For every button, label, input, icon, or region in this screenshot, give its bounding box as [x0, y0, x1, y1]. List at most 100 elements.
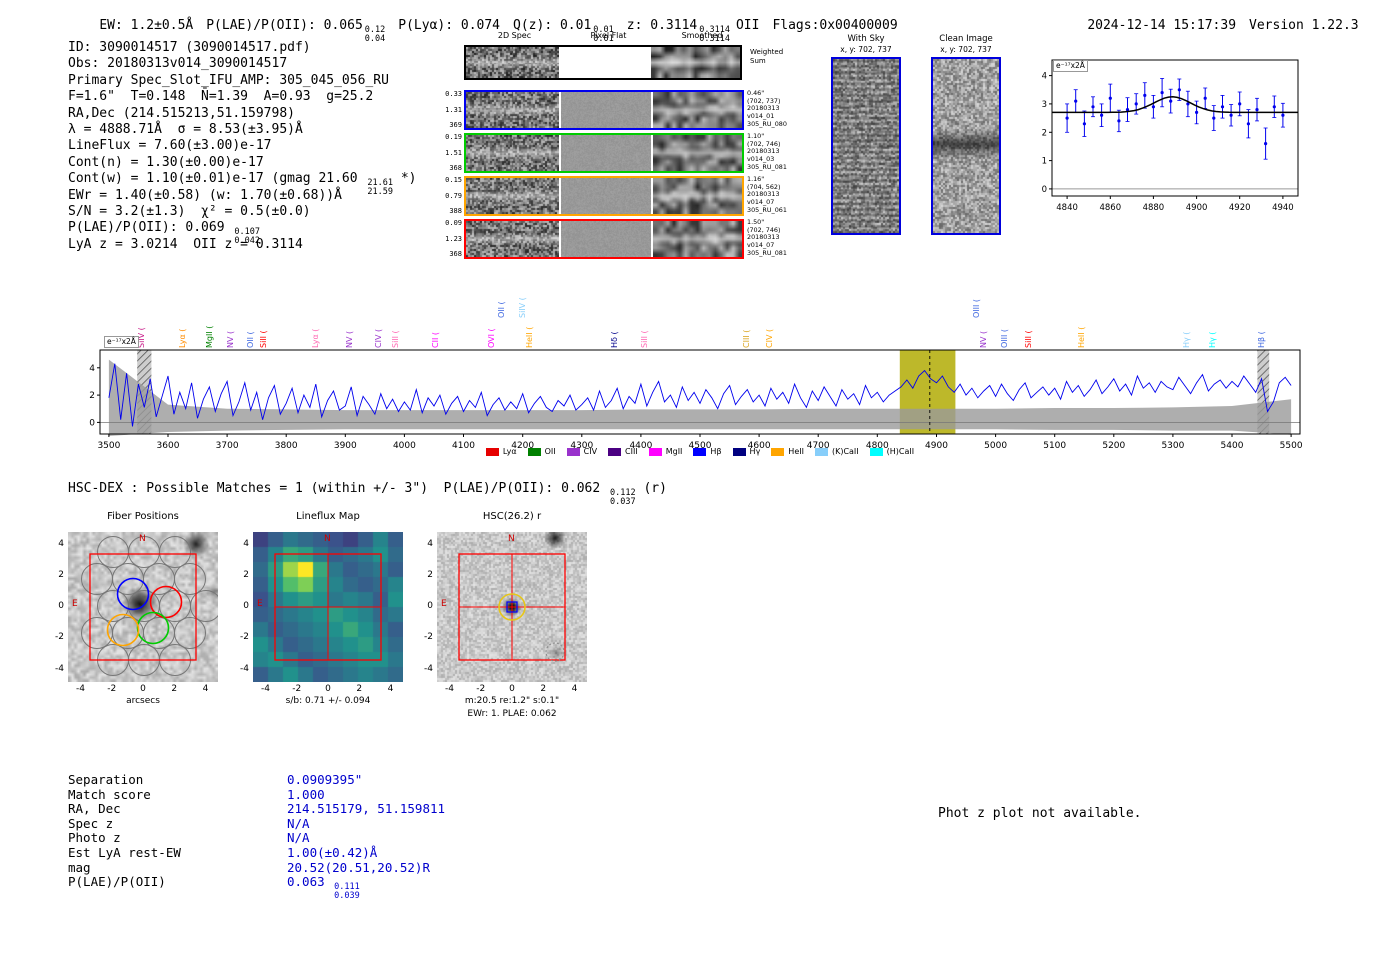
fiber-positions-overlay — [68, 532, 218, 682]
fiber-2d-image — [466, 221, 559, 257]
fiber-pixelflat-image — [561, 135, 651, 171]
fiber-pixelflat-image — [561, 178, 651, 214]
info-line-redshifts: LyA z = 3.0214 OII z = 0.3114 — [68, 237, 417, 253]
fiber-weights: 0.150.79388 — [443, 176, 464, 216]
weighted-sum-line1: Weighted — [750, 48, 783, 57]
info-line-ewr: EWr = 1.40(±0.58) (w: 1.70(±0.68))Å — [68, 188, 417, 204]
fiber-east-label: E — [72, 599, 78, 609]
spec2d-row: 0.191.513681.10"(702, 746)20180313v014_0… — [443, 133, 787, 173]
emission-line-label: HeII ( — [526, 327, 534, 348]
info-line: F=1.6" T=0.148 N̄=1.39 A=0.93 g=25.2 — [68, 89, 417, 105]
legend-swatch — [528, 448, 541, 456]
hsc-xtick: -4 — [438, 684, 462, 694]
fiber-smoothed-image — [653, 221, 742, 257]
fiber-info-line: 305_RU_080 — [747, 121, 787, 129]
fiber-ytick: 0 — [40, 601, 64, 611]
legend-swatch — [870, 448, 883, 456]
legend-label: (K)CaII — [832, 447, 859, 456]
svg-text:4: 4 — [1042, 72, 1047, 82]
match-row-label: RA, Dec — [68, 801, 121, 816]
hsc-dex-text: HSC-DEX : Possible Matches = 1 (within +… — [68, 481, 608, 496]
emission-line-label: SiIV ( — [519, 297, 527, 318]
text-segment: *) — [393, 171, 416, 186]
legend-item: (H)CaII — [870, 447, 914, 456]
emission-line-label: SiIV ( — [138, 327, 146, 348]
hsc-ytick: 4 — [409, 539, 433, 549]
svg-text:1: 1 — [1042, 157, 1047, 167]
fiber-xtick: 0 — [131, 684, 155, 694]
weight-value: 1.31 — [443, 107, 462, 114]
fiber-smoothed-image — [653, 178, 742, 214]
fiber-info-line: 305_RU_081 — [747, 250, 787, 258]
match-row-label: Photo z — [68, 830, 121, 845]
weight-value: 0.33 — [443, 91, 462, 98]
info-line: Cont(n) = 1.30(±0.00)e-17 — [68, 155, 417, 171]
fiber-info: 1.16"(704, 562)20180313v014_07305_RU_061 — [744, 176, 787, 216]
lineflux-north-label: N — [324, 534, 331, 544]
fiber-pixelflat-image — [561, 221, 651, 257]
value-text: 0.063 — [287, 874, 332, 889]
hsc-cutout-title: HSC(26.2) r — [437, 511, 587, 522]
legend-item: CIII — [608, 447, 638, 456]
match-row-label: Est LyA rest-EW — [68, 845, 181, 860]
match-row-label: Separation — [68, 772, 143, 787]
info-line: ID: 3090014517 (3090014517.pdf) — [68, 40, 417, 56]
with-sky-title: With Sky — [831, 34, 901, 44]
match-row-value: 1.000 — [287, 787, 325, 802]
spectrum-legend: LyαOIICIVCIIIMgIIHβHγHeII(K)CaII(H)CaII — [88, 447, 1312, 456]
legend-swatch — [693, 448, 706, 456]
fiber-strip — [464, 176, 744, 216]
weighted-sum-line2: Sum — [750, 57, 783, 66]
weight-value: 0.79 — [443, 193, 462, 200]
fiber-smoothed-image — [653, 92, 742, 128]
clean-image-xy: x, y: 702, 737 — [931, 45, 1001, 54]
hsc-dex-line: HSC-DEX : Possible Matches = 1 (within +… — [68, 481, 667, 507]
lineflux-ytick: 2 — [225, 570, 249, 580]
with-sky-image — [833, 59, 899, 233]
lineflux-ytick: 4 — [225, 539, 249, 549]
legend-swatch — [733, 448, 746, 456]
fiber-strip — [464, 133, 744, 173]
fiber-pixelflat-image — [561, 92, 651, 128]
emission-line-label: OIII ( — [973, 299, 981, 318]
spec2d-col-header-smoothed: Smoothed — [658, 31, 746, 40]
spec2d-col-header-pixelflat: Pixel Flat — [561, 31, 656, 40]
value-uncertainty: 0.1110.039 — [334, 883, 360, 901]
svg-text:4840: 4840 — [1056, 203, 1078, 213]
info-line-sn: S/N = 3.2(±1.3) χ² = 0.5(±0.0) — [68, 204, 417, 220]
legend-label: OII — [545, 447, 556, 456]
spec2d-row: 0.150.79388 1.16"(704, 562)20180313v014_0… — [443, 176, 787, 216]
spec2d-col-header-2dspec: 2D Spec — [466, 31, 563, 40]
emission-line-label: MgII ( — [206, 326, 214, 348]
legend-item: CIV — [567, 447, 597, 456]
svg-text:4: 4 — [89, 364, 95, 374]
weight-value: 368 — [443, 251, 462, 258]
legend-swatch — [771, 448, 784, 456]
fiber-positions-title: Fiber Positions — [68, 511, 218, 522]
plae-value: P(LAE)/P(OII): 0.065 — [206, 18, 363, 33]
fiber-weights: 0.091.23368 — [443, 219, 464, 259]
legend-label: Lyα — [503, 447, 517, 456]
legend-swatch — [608, 448, 621, 456]
svg-text:4880: 4880 — [1143, 203, 1165, 213]
weighted-smoothed-image — [651, 47, 740, 78]
clean-image — [933, 59, 999, 233]
with-sky-image-frame — [831, 57, 901, 235]
photz-note: Phot z plot not available. — [938, 806, 1142, 822]
fiber-weights: 0.331.31369 — [443, 90, 464, 130]
detection-info: ID: 3090014517 (3090014517.pdf)Obs: 2018… — [68, 40, 417, 253]
svg-text:4940: 4940 — [1272, 203, 1294, 213]
hsc-north-label: N — [508, 534, 515, 544]
legend-label: Hβ — [710, 447, 721, 456]
flags-value: Flags:0x00400009 — [772, 18, 897, 33]
fiber-2d-image — [466, 135, 559, 171]
fiber-info-line: 305_RU_061 — [747, 207, 787, 215]
info-line-contw: Cont(w) = 1.10(±0.01)e-17 (gmag 21.60 21… — [68, 171, 417, 187]
match-row-label: Match score — [68, 787, 151, 802]
legend-label: (H)CaII — [887, 447, 914, 456]
legend-item: Lyα — [486, 447, 517, 456]
svg-text:4920: 4920 — [1229, 203, 1251, 213]
legend-label: HeII — [788, 447, 804, 456]
fiber-2d-image — [466, 92, 559, 128]
legend-swatch — [567, 448, 580, 456]
